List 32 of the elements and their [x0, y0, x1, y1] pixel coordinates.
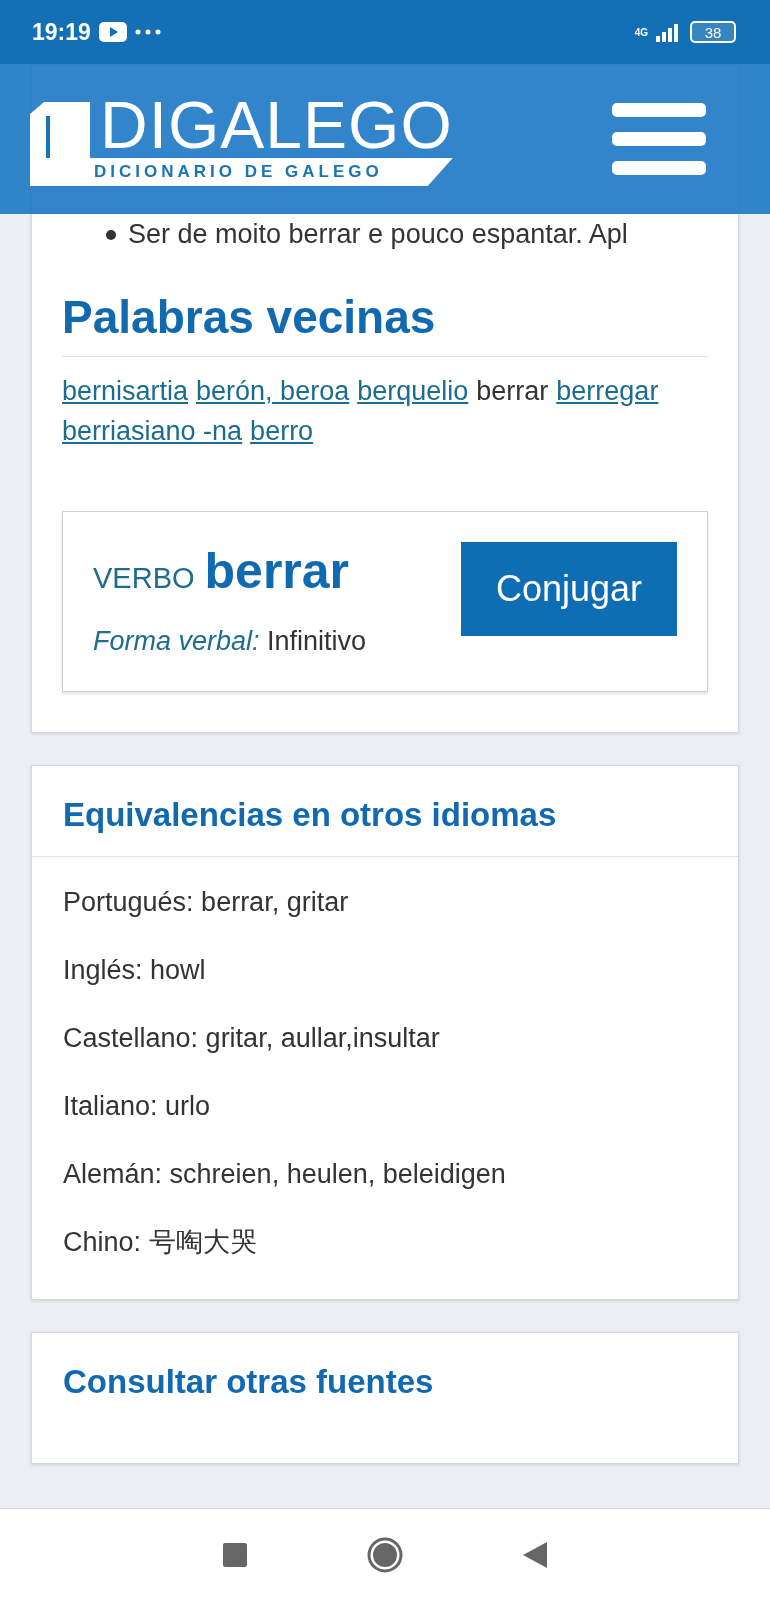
battery-indicator: 38: [690, 21, 736, 43]
neighbor-word-link[interactable]: berregar: [556, 371, 659, 411]
equivalence-text: Inglés: howl: [63, 954, 207, 987]
menu-icon[interactable]: [612, 103, 706, 175]
bullet-icon: [106, 229, 116, 240]
verb-form: Forma verbal: Infinitivo: [93, 626, 367, 657]
neighbor-word-link[interactable]: berro: [250, 411, 314, 451]
status-time: 19:19: [32, 18, 91, 46]
neighbor-word-link[interactable]: bernisartia: [62, 371, 189, 411]
equivalence-text: Castellano: gritar, aullar,insultar: [63, 1022, 441, 1055]
conjugate-button[interactable]: Conjugar: [461, 542, 677, 636]
back-icon[interactable]: [523, 1541, 547, 1568]
recent-apps-icon[interactable]: [223, 1542, 247, 1567]
equivalence-text: Italiano: urlo: [63, 1090, 212, 1123]
neighbor-word-link[interactable]: berriasiano -na: [62, 411, 243, 451]
equivalence-text: Portugués: berrar, gritar: [63, 886, 350, 919]
expression-text: Ser de moito berrar e pouco espantar. Apl: [128, 219, 628, 250]
network-type: 4G: [634, 26, 648, 38]
more-dots-icon: [134, 29, 161, 35]
equivalence-text: Alemán: schreien, heulen, beleidigen: [63, 1158, 507, 1191]
section-title: Consultar otras fuentes: [62, 1362, 435, 1402]
current-word: berrar: [476, 375, 549, 408]
equivalence-text: Chino: 号啕大哭: [63, 1226, 258, 1259]
neighbor-word-link[interactable]: berquelio: [357, 371, 469, 411]
logo-title: DIGALEGO: [99, 92, 453, 158]
section-title: Palabras vecinas: [62, 290, 708, 357]
video-play-icon: [98, 22, 127, 42]
word-category: VERBO: [93, 562, 195, 595]
headword: berrar: [204, 542, 350, 600]
neighbor-word-link[interactable]: berón, beroa: [196, 371, 350, 411]
home-icon[interactable]: [367, 1536, 403, 1573]
section-title: Equivalencias en otros idiomas: [62, 795, 558, 835]
